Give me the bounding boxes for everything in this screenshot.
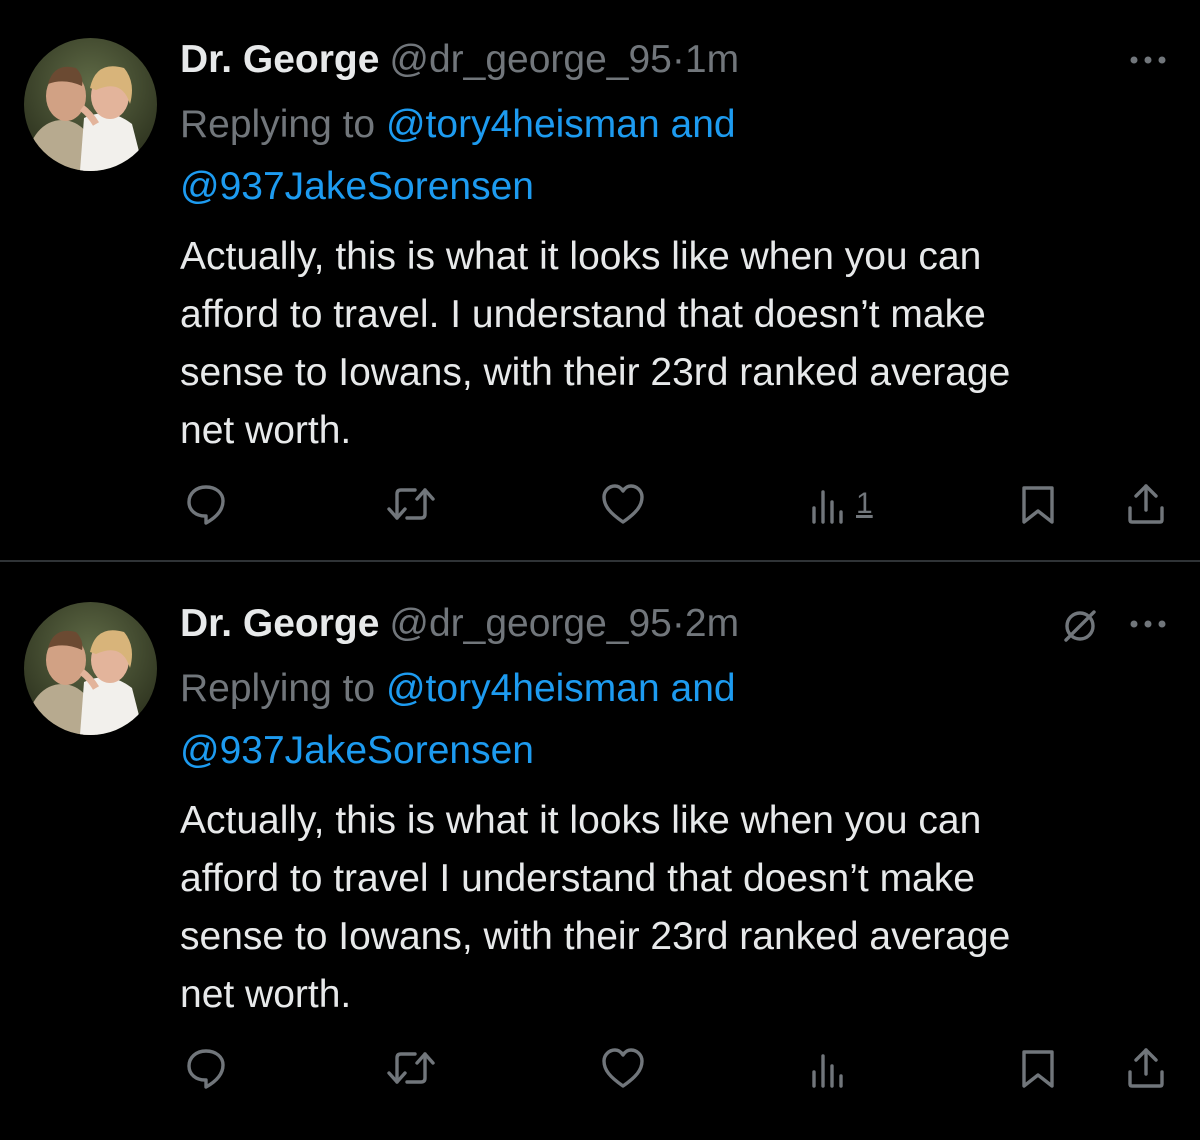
tweet-text: Actually, this is what it looks like whe… (180, 792, 1170, 1024)
action-bar (0, 1044, 1200, 1092)
tweet-text: Actually, this is what it looks like whe… (180, 228, 1170, 460)
more-icon[interactable] (1126, 612, 1170, 636)
like-button[interactable] (600, 1044, 646, 1092)
views-icon (812, 490, 843, 524)
mention-link[interactable]: @tory4heisman (386, 103, 660, 146)
bookmark-icon (1022, 486, 1054, 524)
mention-link[interactable]: @937JakeSorensen (180, 165, 534, 208)
tweet-header: Dr. George @dr_george_95·2m (180, 600, 739, 648)
replying-conjunction: and (670, 667, 736, 710)
share-icon (1128, 484, 1164, 524)
tweet[interactable]: Dr. George @dr_george_95·2m Replying to @… (0, 564, 1200, 1126)
share-button[interactable] (1124, 480, 1168, 528)
tweet-text-line: net worth. (180, 973, 352, 1016)
replying-prefix: Replying to (180, 103, 376, 146)
timestamp[interactable]: 2m (685, 602, 739, 645)
views-icon (812, 1054, 843, 1088)
replying-to: Replying to @tory4heisman and @937JakeSo… (180, 94, 1080, 218)
views-button[interactable]: 1 (808, 480, 873, 528)
tweet-text-line: sense to Iowans, with their 23rd ranked … (180, 915, 1011, 958)
replying-conjunction: and (670, 103, 736, 146)
tweet-text-line: afford to travel. I understand that does… (180, 293, 986, 336)
views-count[interactable]: 1 (856, 487, 873, 521)
bookmark-button[interactable] (1018, 480, 1058, 528)
separator-dot: · (671, 602, 685, 645)
retweet-icon (387, 1052, 435, 1084)
separator-dot: · (671, 38, 685, 81)
avatar[interactable] (24, 602, 157, 735)
reply-icon (187, 485, 225, 525)
muted-icon[interactable] (1060, 606, 1100, 646)
tweet[interactable]: Dr. George @dr_george_95·1m Replying to @… (0, 0, 1200, 562)
replying-prefix: Replying to (180, 667, 376, 710)
bookmark-button[interactable] (1018, 1044, 1058, 1092)
tweet-text-line: net worth. (180, 409, 352, 452)
action-bar: 1 (0, 480, 1200, 528)
reply-button[interactable] (184, 1044, 228, 1092)
tweet-text-line: afford to travel I understand that doesn… (180, 857, 975, 900)
like-button[interactable] (600, 480, 646, 528)
bookmark-icon (1022, 1050, 1054, 1088)
author-name[interactable]: Dr. George (180, 602, 379, 645)
views-button[interactable] (808, 1044, 856, 1092)
mention-link[interactable]: @tory4heisman (386, 667, 660, 710)
reply-button[interactable] (184, 480, 228, 528)
like-icon (602, 484, 644, 524)
retweet-button[interactable] (385, 480, 437, 528)
replying-to: Replying to @tory4heisman and @937JakeSo… (180, 658, 1080, 782)
tweet-header: Dr. George @dr_george_95·1m (180, 36, 739, 84)
more-icon[interactable] (1126, 48, 1170, 72)
tweet-text-line: Actually, this is what it looks like whe… (180, 235, 982, 278)
author-name[interactable]: Dr. George (180, 38, 379, 81)
mention-link[interactable]: @937JakeSorensen (180, 729, 534, 772)
retweet-button[interactable] (385, 1044, 437, 1092)
share-icon (1128, 1048, 1164, 1088)
tweet-text-line: sense to Iowans, with their 23rd ranked … (180, 351, 1011, 394)
reply-icon (187, 1049, 225, 1089)
retweet-icon (387, 488, 435, 520)
like-icon (602, 1048, 644, 1088)
avatar[interactable] (24, 38, 157, 171)
author-handle[interactable]: @dr_george_95 (389, 38, 671, 81)
author-handle[interactable]: @dr_george_95 (389, 602, 671, 645)
timestamp[interactable]: 1m (685, 38, 739, 81)
share-button[interactable] (1124, 1044, 1168, 1092)
tweet-text-line: Actually, this is what it looks like whe… (180, 799, 982, 842)
